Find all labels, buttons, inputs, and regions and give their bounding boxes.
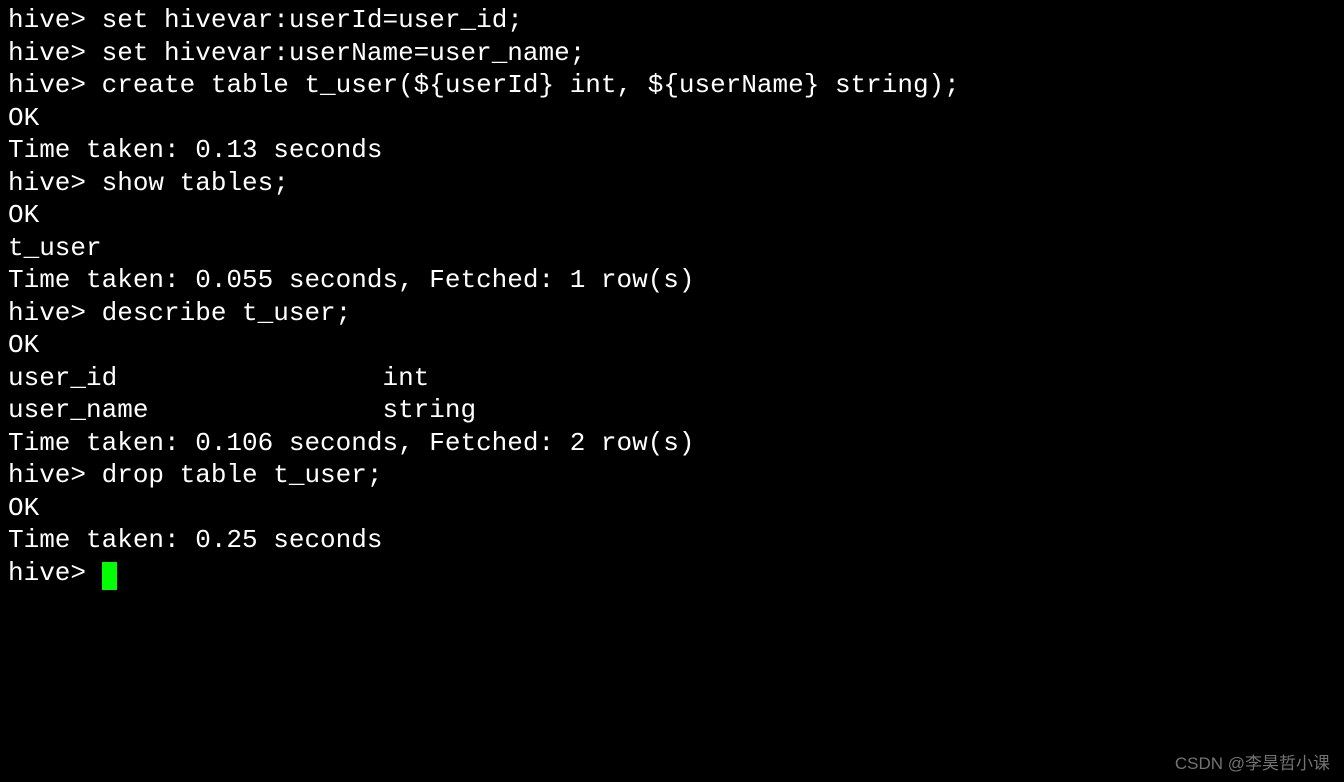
terminal-line: hive> describe t_user; [8, 297, 1336, 330]
terminal-line: hive> set hivevar:userId=user_id; [8, 4, 1336, 37]
terminal-line: Time taken: 0.25 seconds [8, 524, 1336, 557]
shell-command: describe t_user; [102, 298, 352, 328]
shell-prompt: hive> [8, 460, 102, 490]
shell-output: OK [8, 493, 39, 523]
terminal-line: Time taken: 0.13 seconds [8, 134, 1336, 167]
shell-output: OK [8, 330, 39, 360]
terminal-line: hive> show tables; [8, 167, 1336, 200]
shell-output: t_user [8, 233, 102, 263]
shell-prompt: hive> [8, 298, 102, 328]
terminal-line: OK [8, 329, 1336, 362]
shell-output: OK [8, 200, 39, 230]
terminal-output[interactable]: hive> set hivevar:userId=user_id;hive> s… [8, 4, 1336, 589]
terminal-line: user_id int [8, 362, 1336, 395]
shell-command: create table t_user(${userId} int, ${use… [102, 70, 960, 100]
terminal-line: user_name string [8, 394, 1336, 427]
terminal-line: hive> set hivevar:userName=user_name; [8, 37, 1336, 70]
terminal-line: OK [8, 102, 1336, 135]
terminal-line: OK [8, 199, 1336, 232]
shell-output: user_name string [8, 395, 476, 425]
shell-command: show tables; [102, 168, 289, 198]
terminal-line: Time taken: 0.055 seconds, Fetched: 1 ro… [8, 264, 1336, 297]
shell-output: Time taken: 0.055 seconds, Fetched: 1 ro… [8, 265, 695, 295]
shell-prompt: hive> [8, 558, 102, 588]
shell-output: user_id int [8, 363, 429, 393]
shell-output: Time taken: 0.106 seconds, Fetched: 2 ro… [8, 428, 695, 458]
watermark-text: CSDN @李昊哲小课 [1175, 753, 1330, 774]
shell-command: drop table t_user; [102, 460, 383, 490]
shell-command: set hivevar:userId=user_id; [102, 5, 523, 35]
shell-prompt: hive> [8, 70, 102, 100]
cursor-block[interactable] [102, 562, 117, 590]
terminal-line: hive> [8, 557, 1336, 590]
shell-command: set hivevar:userName=user_name; [102, 38, 586, 68]
terminal-line: OK [8, 492, 1336, 525]
terminal-line: hive> create table t_user(${userId} int,… [8, 69, 1336, 102]
terminal-line: t_user [8, 232, 1336, 265]
shell-prompt: hive> [8, 168, 102, 198]
shell-output: Time taken: 0.25 seconds [8, 525, 382, 555]
terminal-line: Time taken: 0.106 seconds, Fetched: 2 ro… [8, 427, 1336, 460]
shell-output: OK [8, 103, 39, 133]
shell-prompt: hive> [8, 5, 102, 35]
shell-output: Time taken: 0.13 seconds [8, 135, 382, 165]
terminal-line: hive> drop table t_user; [8, 459, 1336, 492]
shell-prompt: hive> [8, 38, 102, 68]
